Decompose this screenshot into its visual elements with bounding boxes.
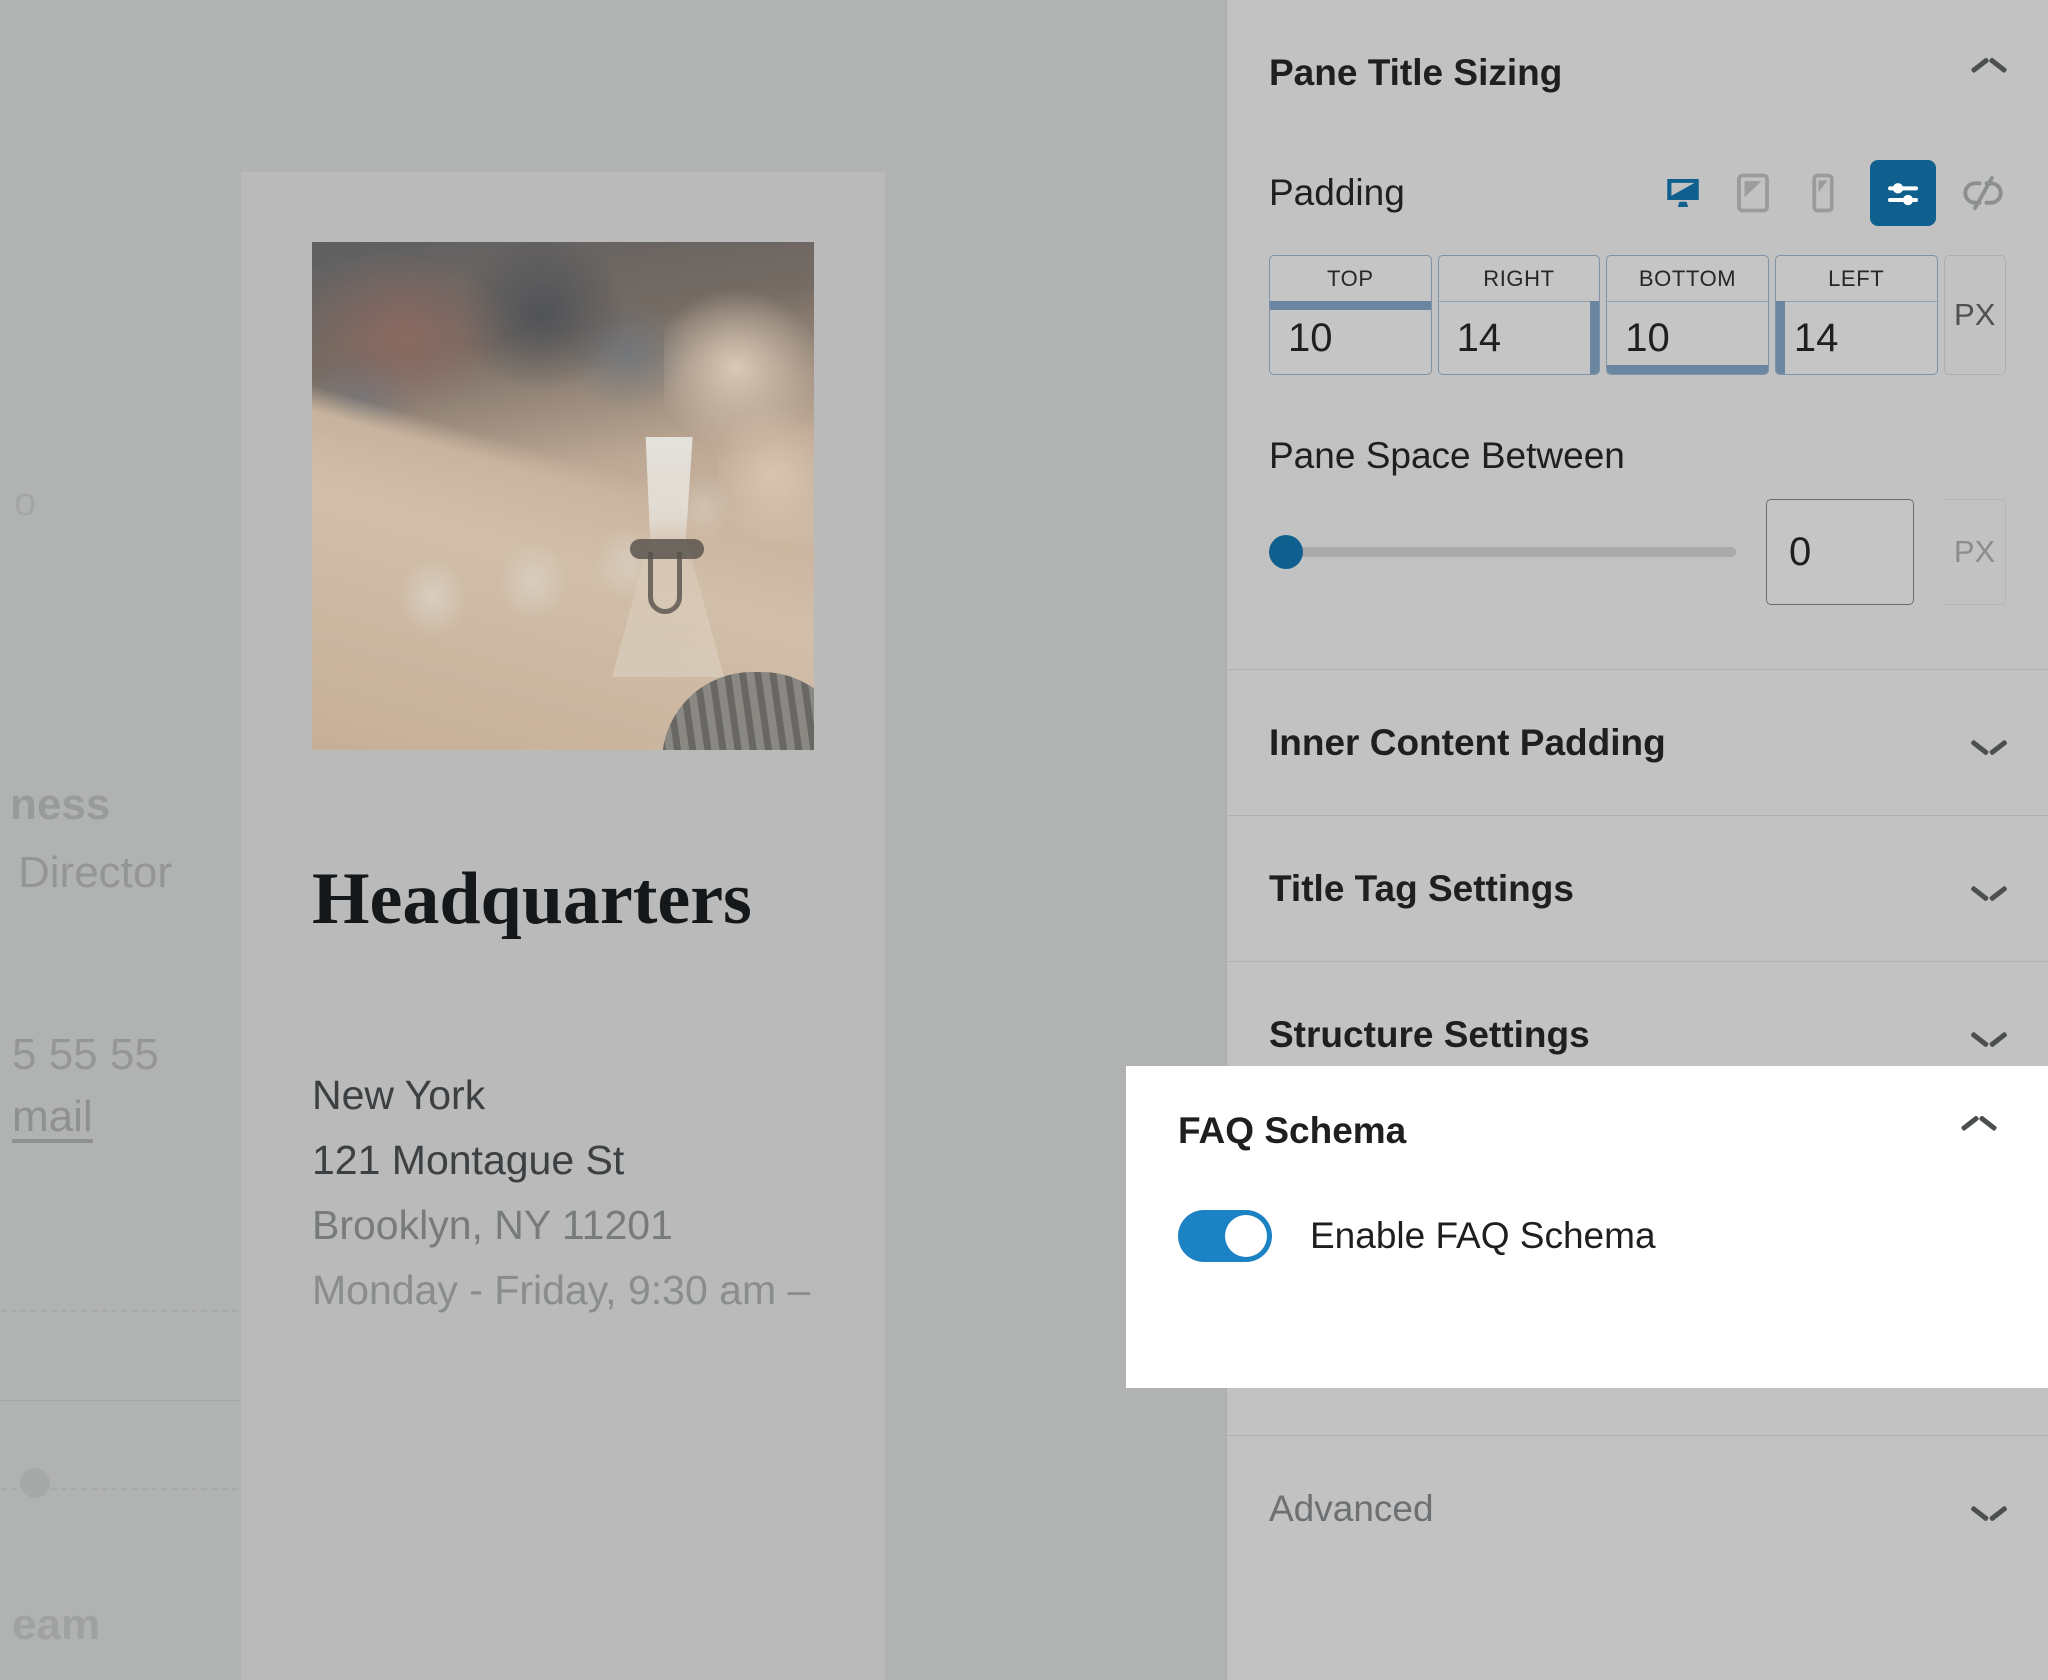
- unlink-icon[interactable]: [1960, 170, 2006, 216]
- cafe-photo: [312, 242, 814, 750]
- padding-field-bottom-caption: BOTTOM: [1607, 256, 1768, 302]
- padding-field-bottom[interactable]: BOTTOM 10: [1606, 255, 1769, 375]
- section-title-advanced: Advanced: [1269, 1488, 1434, 1530]
- padding-field-top-caption: TOP: [1270, 256, 1431, 302]
- section-header-advanced[interactable]: Advanced: [1227, 1436, 2048, 1581]
- faq-schema-title: FAQ Schema: [1178, 1110, 1406, 1152]
- slider-track: [1283, 547, 1736, 557]
- ghost-fragment-2: ness: [10, 780, 110, 830]
- padding-field-bottom-value[interactable]: 10: [1607, 302, 1768, 374]
- pane-space-between-slider[interactable]: [1269, 530, 1736, 574]
- section-title-pane-title-sizing: Pane Title Sizing: [1269, 52, 1562, 94]
- pane-title-sizing-body: Padding: [1227, 145, 2048, 605]
- section-header-pane-title-sizing[interactable]: Pane Title Sizing: [1227, 0, 2048, 145]
- chevron-down-icon[interactable]: [1972, 1499, 2006, 1519]
- padding-field-top-indicator: [1270, 301, 1431, 310]
- padding-field-left-indicator: [1776, 301, 1785, 374]
- card-line-city: New York: [312, 1072, 485, 1119]
- padding-field-top-value[interactable]: 10: [1270, 302, 1431, 374]
- padding-unit-selector[interactable]: PX: [1944, 255, 2006, 375]
- app-root: o ness Director 5 55 55 mail eam Headqu: [0, 0, 2048, 1680]
- contact-card[interactable]: Headquarters New York 121 Montague St Br…: [241, 172, 885, 1680]
- chevron-down-icon[interactable]: [1972, 1025, 2006, 1045]
- device-toggle-group: [1660, 160, 2006, 226]
- enable-faq-schema-row[interactable]: Enable FAQ Schema: [1126, 1210, 2048, 1262]
- padding-field-left[interactable]: LEFT 14: [1775, 255, 1938, 375]
- section-header-title-tag-settings[interactable]: Title Tag Settings: [1227, 816, 2048, 961]
- ghost-fragment-6: eam: [12, 1600, 100, 1650]
- placeholder-divider: [0, 1400, 276, 1401]
- desktop-icon[interactable]: [1660, 170, 1706, 216]
- pane-space-between-row: 0 PX: [1269, 499, 2006, 605]
- card-title: Headquarters: [312, 862, 752, 936]
- section-title-inner-content-padding: Inner Content Padding: [1269, 722, 1666, 764]
- slider-thumb[interactable]: [1269, 535, 1303, 569]
- enable-faq-schema-toggle[interactable]: [1178, 1210, 1272, 1262]
- padding-field-group: TOP 10 RIGHT 14 BOTTOM 10 LEFT: [1269, 255, 2006, 375]
- chevron-up-icon[interactable]: [1962, 1121, 1996, 1141]
- card-line-hours: Monday - Friday, 9:30 am –: [312, 1267, 810, 1314]
- padding-field-bottom-indicator: [1607, 365, 1768, 374]
- padding-control-row: Padding: [1269, 145, 2006, 241]
- section-header-inner-content-padding[interactable]: Inner Content Padding: [1227, 670, 2048, 815]
- padding-field-right[interactable]: RIGHT 14: [1438, 255, 1601, 375]
- padding-label: Padding: [1269, 172, 1405, 214]
- pane-space-between-unit: PX: [1944, 499, 2006, 605]
- toggle-knob: [1225, 1215, 1267, 1257]
- mobile-icon[interactable]: [1800, 170, 1846, 216]
- chevron-down-icon[interactable]: [1972, 733, 2006, 753]
- padding-field-left-value[interactable]: 14: [1776, 302, 1937, 374]
- pane-space-between-value[interactable]: 0: [1766, 499, 1914, 605]
- placeholder-dashed-box[interactable]: [0, 1310, 278, 1490]
- section-title-title-tag-settings: Title Tag Settings: [1269, 868, 1574, 910]
- ghost-fragment-5-email-link[interactable]: mail: [12, 1092, 93, 1142]
- card-line-region: Brooklyn, NY 11201: [312, 1202, 673, 1249]
- ghost-fragment-1: o: [14, 480, 36, 525]
- padding-field-right-indicator: [1590, 301, 1599, 374]
- photo-dim-overlay: [312, 242, 814, 750]
- faq-schema-header[interactable]: FAQ Schema: [1126, 1066, 2048, 1196]
- padding-field-top[interactable]: TOP 10: [1269, 255, 1432, 375]
- sliders-icon[interactable]: [1870, 160, 1936, 226]
- settings-sidebar: Pane Title Sizing Padding: [1226, 0, 2048, 1680]
- card-line-street: 121 Montague St: [312, 1137, 624, 1184]
- padding-field-right-value[interactable]: 14: [1439, 302, 1600, 374]
- chevron-down-icon[interactable]: [1972, 879, 2006, 899]
- enable-faq-schema-label: Enable FAQ Schema: [1310, 1215, 1656, 1257]
- padding-field-left-caption: LEFT: [1776, 256, 1937, 302]
- chevron-up-icon[interactable]: [1972, 63, 2006, 83]
- page-preview-canvas[interactable]: o ness Director 5 55 55 mail eam Headqu: [0, 0, 1226, 1680]
- ghost-fragment-4: 5 55 55: [12, 1030, 159, 1080]
- padding-field-right-caption: RIGHT: [1439, 256, 1600, 302]
- section-title-structure-settings: Structure Settings: [1269, 1014, 1590, 1056]
- placeholder-circle: [20, 1468, 50, 1498]
- faq-schema-panel: FAQ Schema Enable FAQ Schema: [1126, 1066, 2048, 1388]
- pane-space-between-label: Pane Space Between: [1269, 435, 2006, 477]
- tablet-icon[interactable]: [1730, 170, 1776, 216]
- ghost-fragment-3: Director: [18, 848, 172, 898]
